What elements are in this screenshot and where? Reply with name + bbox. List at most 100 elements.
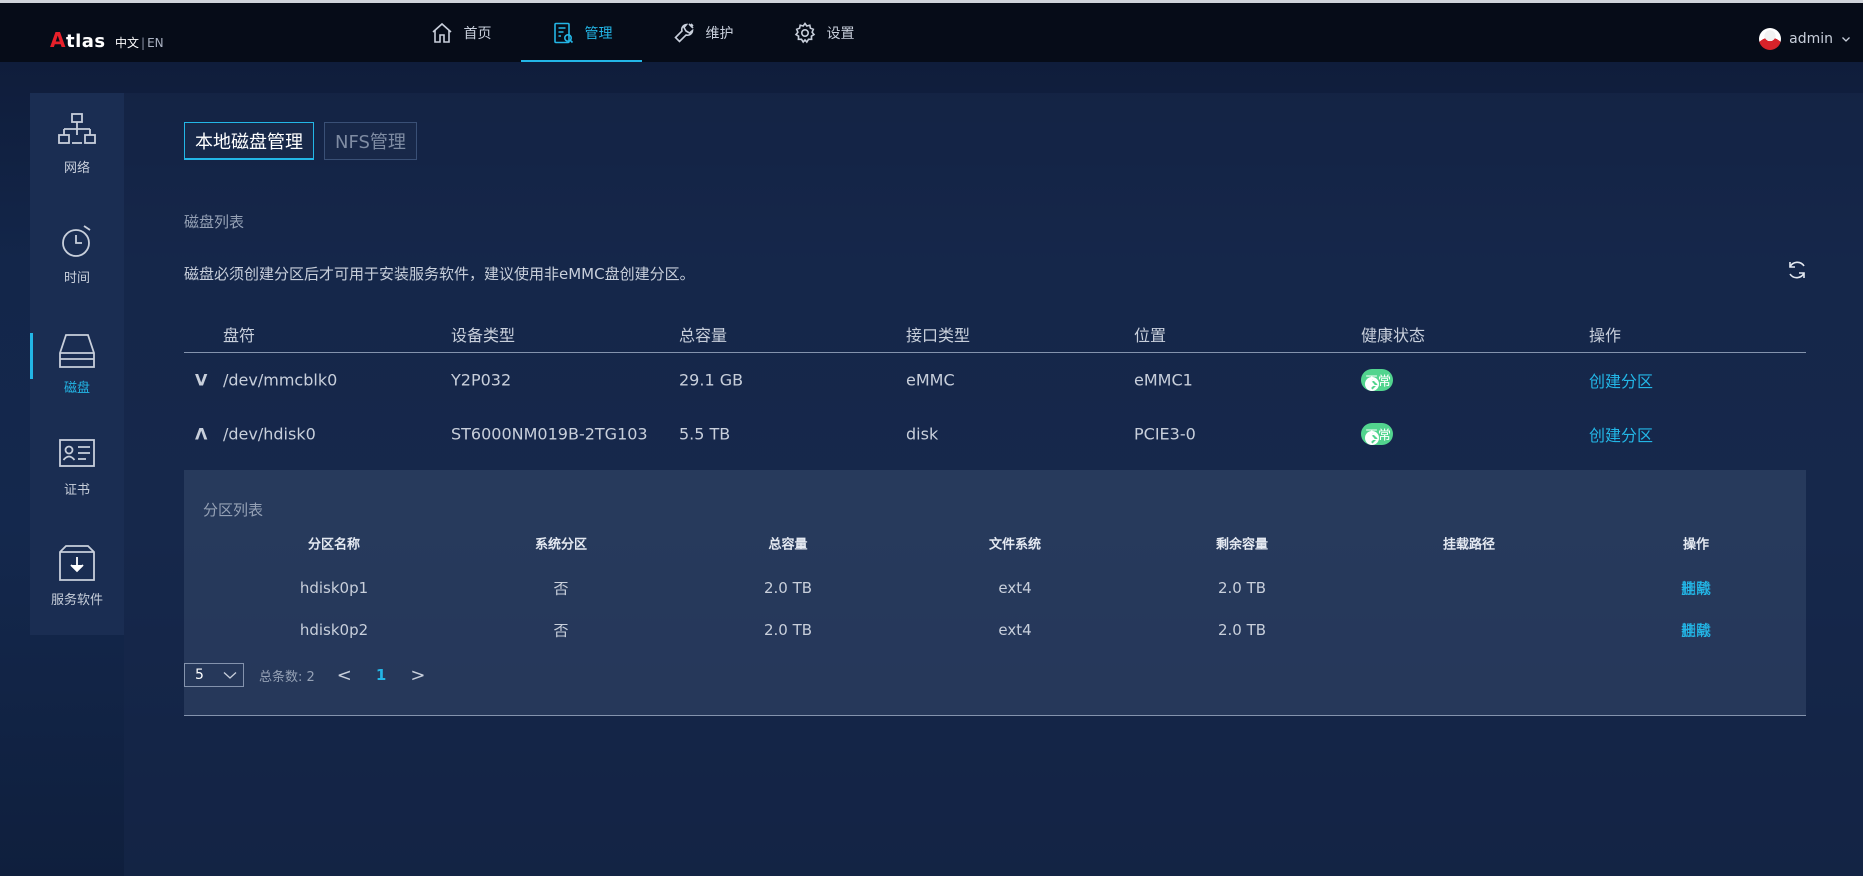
tab-nfs[interactable]: NFS管理 [324, 122, 417, 160]
prev-page-button[interactable]: < [337, 665, 352, 686]
table-row: Λ /dev/hdisk0 ST6000NM019B-2TG103 5.5 TB… [184, 407, 1806, 461]
partition-system: 否 [553, 621, 569, 640]
section-title: 磁盘列表 [184, 213, 245, 231]
partition-name: hdisk0p1 [299, 579, 369, 597]
sidebar-item-label: 服务软件 [50, 592, 103, 608]
certificate-icon [59, 438, 95, 467]
notice-text: 磁盘必须创建分区后才可用于安装服务软件，建议使用非eMMC盘创建分区。 [184, 265, 695, 283]
main-nav: 首页 管理 维护 设置 [400, 3, 884, 65]
sidebar-item-service-software[interactable]: 服务软件 [30, 525, 124, 625]
home-icon [431, 22, 452, 43]
nav-home[interactable]: 首页 [400, 3, 521, 62]
sidebar-item-disk[interactable]: 磁盘 [30, 313, 124, 413]
disk-table: 盘符 设备类型 总容量 接口类型 位置 健康状态 操作 V /dev/mmcbl… [184, 315, 1806, 461]
disk-interface: disk [906, 424, 939, 444]
status-text: 正常 [1365, 428, 1392, 444]
nav-manage[interactable]: 管理 [521, 3, 642, 62]
main-content: 本地磁盘管理 NFS管理 磁盘列表 磁盘必须创建分区后才可用于安装服务软件，建议… [124, 93, 1863, 876]
disk-device-type: ST6000NM019B-2TG103 [451, 424, 648, 444]
disk-capacity: 5.5 TB [679, 424, 731, 444]
disk-device-type: Y2P032 [451, 370, 512, 390]
col-free-capacity: 剩余容量 [1215, 537, 1269, 553]
tab-bar: 本地磁盘管理 NFS管理 [184, 122, 417, 160]
total-count: 总条数: 2 [259, 669, 315, 685]
page-size-select[interactable]: 5 [184, 663, 244, 687]
chevron-down-icon [1842, 37, 1850, 42]
partition-capacity: 2.0 TB [763, 579, 813, 597]
partition-fs: ext4 [998, 621, 1032, 639]
status-text: 正常 [1365, 374, 1392, 390]
lang-cn-option[interactable]: 中文 [115, 36, 139, 50]
user-menu[interactable]: admin [1759, 28, 1851, 50]
partition-list-title: 分区列表 [203, 501, 264, 519]
next-page-button[interactable]: > [410, 665, 425, 686]
page-size-value: 5 [195, 667, 204, 683]
create-partition-button[interactable]: 创建分区 [1589, 422, 1653, 446]
disk-interface: eMMC [906, 370, 955, 390]
lang-en-option[interactable]: EN [147, 36, 164, 50]
disk-name: /dev/mmcblk0 [223, 370, 338, 390]
download-box-icon [59, 544, 95, 581]
sidebar-item-label: 时间 [63, 270, 90, 286]
chevron-down-icon [223, 672, 237, 679]
username: admin [1789, 31, 1833, 47]
create-partition-button[interactable]: 创建分区 [1589, 368, 1653, 392]
mount-button[interactable]: 挂载 [1681, 620, 1711, 641]
col-device-type: 设备类型 [451, 325, 516, 345]
lang-separator: | [141, 36, 146, 50]
current-page[interactable]: 1 [376, 666, 386, 684]
table-row: hdisk0p1 否 2.0 TB ext4 2.0 TB 删除 挂载 [184, 568, 1806, 608]
manage-icon [553, 22, 573, 43]
network-icon [58, 112, 96, 144]
disk-capacity: 29.1 GB [679, 370, 744, 390]
col-file-system: 文件系统 [988, 537, 1042, 553]
pagination: 5 总条数: 2 < 1 > [184, 663, 425, 687]
sidebar-item-label: 磁盘 [63, 380, 90, 396]
sidebar: 网络 时间 磁盘 证书 服务软件 [30, 93, 124, 635]
partition-free: 2.0 TB [1217, 621, 1267, 639]
nav-settings[interactable]: 设置 [763, 3, 884, 62]
mount-button[interactable]: 挂载 [1681, 578, 1711, 599]
sidebar-item-time[interactable]: 时间 [30, 203, 124, 303]
nav-manage-label: 管理 [584, 25, 613, 42]
col-action: 操作 [1589, 325, 1622, 345]
disk-icon [59, 333, 95, 368]
nav-maintain-label: 维护 [705, 25, 734, 42]
col-health: 健康状态 [1361, 325, 1426, 345]
col-location: 位置 [1134, 325, 1167, 345]
col-partition-capacity: 总容量 [768, 537, 808, 553]
col-mount-path: 挂载路径 [1442, 537, 1496, 553]
partition-fs: ext4 [998, 579, 1032, 597]
col-partition-action: 操作 [1682, 537, 1710, 553]
disk-name: /dev/hdisk0 [223, 424, 316, 444]
col-drive: 盘符 [223, 325, 256, 345]
sidebar-item-label: 证书 [63, 482, 90, 498]
partition-name: hdisk0p2 [299, 621, 369, 639]
gear-icon [794, 21, 815, 43]
partition-table-header: 分区名称 系统分区 总容量 文件系统 剩余容量 挂载路径 操作 [184, 523, 1806, 563]
language-switch: 中文 | EN [115, 34, 164, 51]
nav-maintain[interactable]: 维护 [642, 3, 763, 62]
partition-capacity: 2.0 TB [763, 621, 813, 639]
refresh-icon[interactable] [1785, 258, 1809, 282]
table-row: hdisk0p2 否 2.0 TB ext4 2.0 TB 删除 挂载 [184, 610, 1806, 650]
partition-panel: 分区列表 分区名称 系统分区 总容量 文件系统 剩余容量 挂载路径 操作 hdi… [184, 470, 1806, 716]
tab-local-disk[interactable]: 本地磁盘管理 [184, 122, 314, 160]
expand-toggle[interactable]: V [195, 371, 207, 390]
sidebar-item-certificate[interactable]: 证书 [30, 415, 124, 515]
col-capacity: 总容量 [679, 325, 728, 345]
partition-system: 否 [553, 579, 569, 598]
table-row: V /dev/mmcblk0 Y2P032 29.1 GB eMMC eMMC1… [184, 353, 1806, 407]
sidebar-item-network[interactable]: 网络 [30, 93, 124, 193]
collapse-toggle[interactable]: Λ [195, 425, 207, 444]
sidebar-item-label: 网络 [63, 160, 90, 176]
col-interface: 接口类型 [906, 325, 971, 345]
wrench-icon [673, 22, 694, 43]
nav-home-label: 首页 [463, 25, 492, 42]
partition-free: 2.0 TB [1217, 579, 1267, 597]
disk-location: eMMC1 [1134, 370, 1193, 390]
atlas-logo[interactable]: Atlas [50, 28, 106, 52]
top-bar: Atlas 中文 | EN 首页 管理 维护 设置 admin [0, 0, 1863, 62]
col-system-partition: 系统分区 [534, 537, 588, 553]
col-partition-name: 分区名称 [307, 537, 361, 553]
